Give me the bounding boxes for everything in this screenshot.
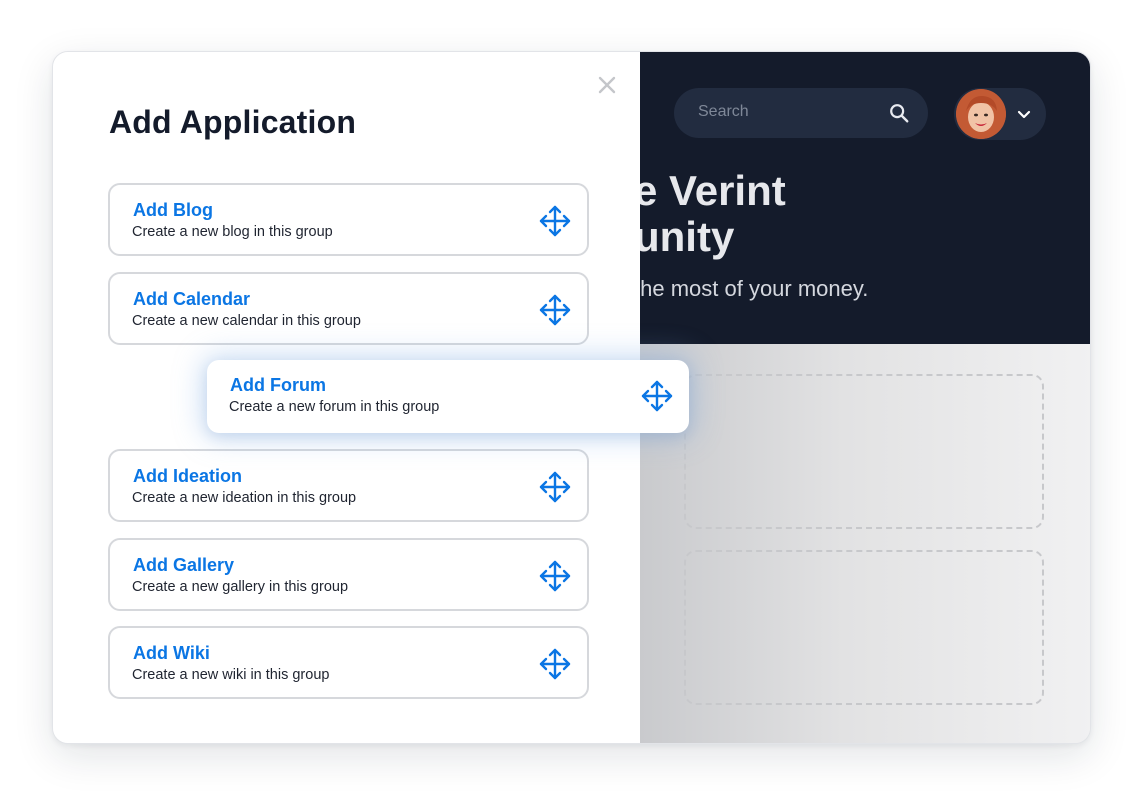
hero-title-line-1: e Verint xyxy=(640,167,786,214)
search-input[interactable]: Search xyxy=(698,103,749,121)
add-gallery-item[interactable]: Add Gallery Create a new gallery in this… xyxy=(108,538,589,611)
app-item-title: Add Blog xyxy=(133,200,213,220)
app-item-description: Create a new forum in this group xyxy=(229,399,440,415)
hero-title-line-2: unity xyxy=(640,213,735,260)
add-calendar-item[interactable]: Add Calendar Create a new calendar in th… xyxy=(108,272,589,345)
move-icon[interactable] xyxy=(538,470,572,504)
app-item-description: Create a new calendar in this group xyxy=(132,313,361,329)
app-item-description: Create a new ideation in this group xyxy=(132,490,357,506)
move-icon[interactable] xyxy=(538,293,572,327)
move-icon[interactable] xyxy=(538,204,572,238)
add-ideation-item[interactable]: Add Ideation Create a new ideation in th… xyxy=(108,449,589,522)
add-forum-item[interactable]: Add Forum Create a new forum in this gro… xyxy=(207,360,689,433)
move-icon[interactable] xyxy=(538,647,572,681)
drop-zone[interactable] xyxy=(684,374,1044,529)
close-icon[interactable] xyxy=(596,74,618,96)
app-item-title: Add Ideation xyxy=(133,466,242,486)
app-item-description: Create a new wiki in this group xyxy=(132,667,330,683)
move-icon[interactable] xyxy=(538,559,572,593)
move-icon[interactable] xyxy=(640,379,674,413)
app-item-description: Create a new blog in this group xyxy=(132,224,333,240)
hero-subtitle: the most of your money. xyxy=(640,276,869,301)
page-content xyxy=(640,344,1090,743)
drop-zone[interactable] xyxy=(684,550,1044,705)
add-blog-item[interactable]: Add Blog Create a new blog in this group xyxy=(108,183,589,256)
hero-banner: Search e Verint unity the most of your m… xyxy=(640,52,1090,344)
panel-title: Add Application xyxy=(109,104,357,140)
community-page: Search e Verint unity the most of your m… xyxy=(640,52,1090,743)
search-bar[interactable]: Search xyxy=(674,88,928,138)
search-icon[interactable] xyxy=(888,102,910,124)
app-item-title: Add Gallery xyxy=(133,555,235,575)
chevron-down-icon[interactable] xyxy=(1016,106,1032,122)
app-item-title: Add Wiki xyxy=(133,643,210,663)
add-wiki-item[interactable]: Add Wiki Create a new wiki in this group xyxy=(108,626,589,699)
avatar-image xyxy=(956,89,1006,139)
avatar[interactable] xyxy=(956,89,1006,139)
app-item-description: Create a new gallery in this group xyxy=(132,579,349,595)
app-item-title: Add Calendar xyxy=(133,289,251,309)
app-window: Search e Verint unity the most of your m… xyxy=(52,51,1091,744)
app-item-title: Add Forum xyxy=(230,375,326,395)
hero-title: e Verint unity xyxy=(640,168,786,260)
user-menu[interactable] xyxy=(954,88,1046,140)
